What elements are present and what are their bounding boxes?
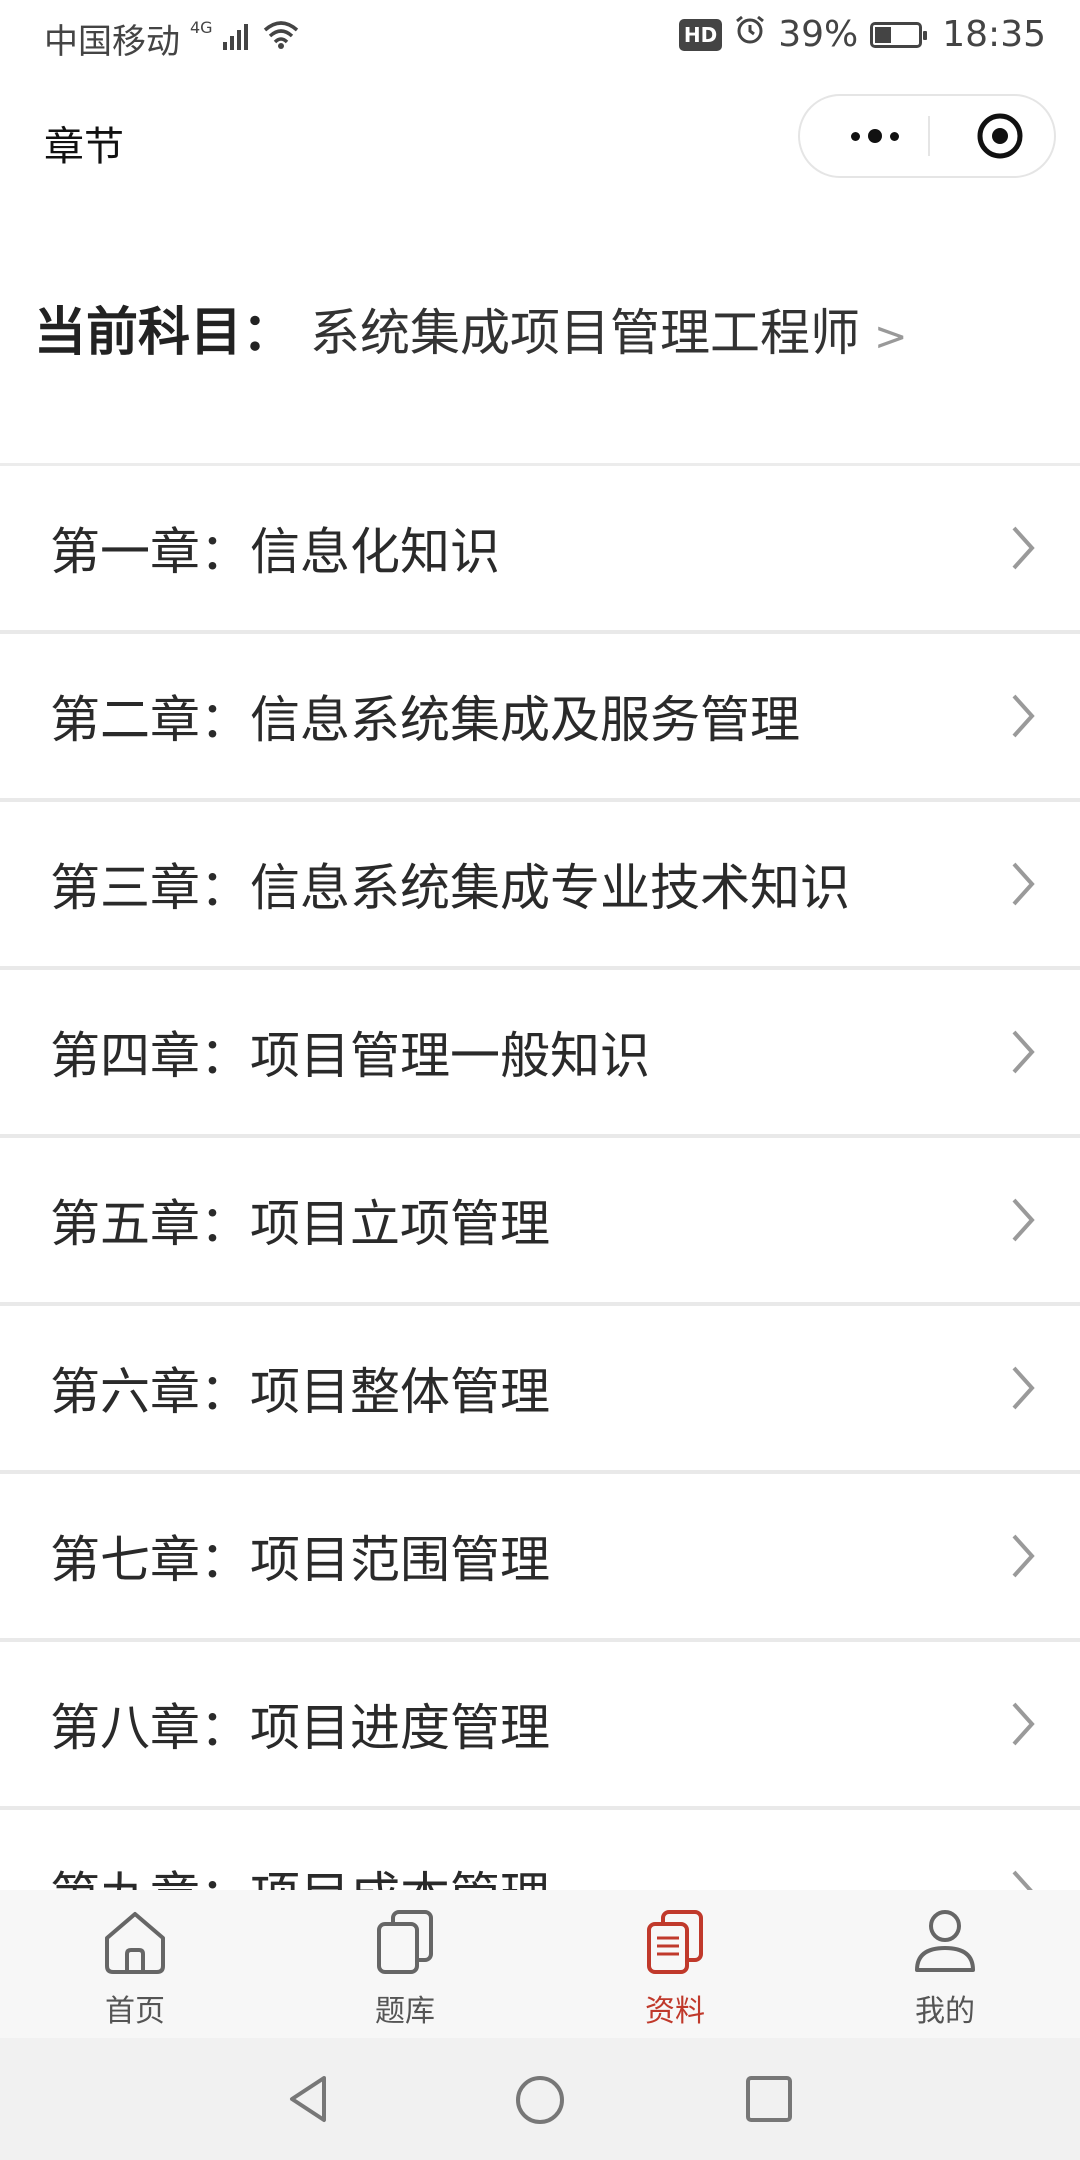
chevron-right-icon <box>1010 692 1036 744</box>
chapter-label: 第八章：项目进度管理 <box>50 1699 550 1757</box>
status-left: 中国移动 4G <box>44 14 299 63</box>
chevron-right-icon <box>1010 1196 1036 1248</box>
chapter-label: 第三章：信息系统集成专业技术知识 <box>50 859 850 917</box>
battery-percent: 39% <box>778 14 859 55</box>
chapter-item[interactable]: 第三章：信息系统集成专业技术知识 <box>0 802 1080 970</box>
current-subject-selector[interactable]: 当前科目： 系统集成项目管理工程师 > <box>34 290 908 365</box>
chapter-item[interactable]: 第五章：项目立项管理 <box>0 1138 1080 1306</box>
system-navigation-bar <box>0 2038 1080 2160</box>
alarm-icon <box>734 14 766 55</box>
chapter-item[interactable]: 第四章：项目管理一般知识 <box>0 970 1080 1138</box>
capsule-divider <box>928 116 930 156</box>
profile-icon <box>915 1910 975 1972</box>
chapter-item[interactable]: 第九章：项目成本管理 <box>0 1810 1080 1893</box>
miniprogram-capsule <box>798 94 1056 178</box>
chevron-right-icon <box>1010 524 1036 576</box>
chapter-label: 第五章：项目立项管理 <box>50 1195 550 1253</box>
back-icon[interactable] <box>284 2074 334 2124</box>
tab-home[interactable]: 首页 <box>0 1890 270 2038</box>
tab-label: 题库 <box>375 1994 435 2029</box>
navigation-bar: 章节 <box>0 76 1080 202</box>
recent-apps-icon[interactable] <box>744 2074 794 2124</box>
chapter-item[interactable]: 第二章：信息系统集成及服务管理 <box>0 634 1080 802</box>
tab-materials[interactable]: 资料 <box>540 1890 810 2038</box>
chevron-right-icon <box>1010 1364 1036 1416</box>
page-title: 章节 <box>44 124 124 170</box>
wifi-icon <box>263 19 299 59</box>
chapter-item[interactable]: 第七章：项目范围管理 <box>0 1474 1080 1642</box>
chevron-right-icon <box>1010 1532 1036 1584</box>
chapter-item[interactable]: 第一章：信息化知识 <box>0 466 1080 634</box>
chapter-list: 第一章：信息化知识 第二章：信息系统集成及服务管理 第三章：信息系统集成专业技术… <box>0 463 1080 1893</box>
chapter-label: 第六章：项目整体管理 <box>50 1363 550 1421</box>
question-bank-icon <box>377 1910 433 1974</box>
home-circle-icon[interactable] <box>514 2074 566 2126</box>
carrier-name: 中国移动 <box>44 22 180 62</box>
bottom-tab-bar: 首页 题库 资料 我的 <box>0 1890 1080 2038</box>
chapter-item[interactable]: 第六章：项目整体管理 <box>0 1306 1080 1474</box>
chevron-right-icon <box>1010 1028 1036 1080</box>
chapter-label: 第二章：信息系统集成及服务管理 <box>50 691 800 749</box>
subject-arrow-icon: > <box>874 314 908 360</box>
clock-time: 18:35 <box>942 14 1046 55</box>
more-menu-button[interactable] <box>830 96 920 176</box>
tab-label: 资料 <box>645 1994 705 2029</box>
chapter-label: 第七章：项目范围管理 <box>50 1531 550 1589</box>
chevron-right-icon <box>1010 860 1036 912</box>
chapter-label: 第九章：项目成本管理 <box>50 1856 550 1893</box>
tab-question-bank[interactable]: 题库 <box>270 1890 540 2038</box>
tab-label: 我的 <box>915 1994 975 2029</box>
signal-icon <box>222 19 253 59</box>
materials-icon <box>647 1910 703 1974</box>
chevron-right-icon <box>1010 1700 1036 1752</box>
status-right: HD 39% 18:35 <box>678 14 1046 55</box>
battery-icon <box>870 21 928 48</box>
tab-label: 首页 <box>105 1994 165 2029</box>
subject-label: 当前科目： <box>34 303 295 363</box>
hd-badge: HD <box>678 18 723 51</box>
status-bar: 中国移动 4G HD 39% 18:35 <box>0 0 1080 76</box>
close-miniprogram-button[interactable] <box>960 96 1040 176</box>
chapter-label: 第四章：项目管理一般知识 <box>50 1027 650 1085</box>
chapter-label: 第一章：信息化知识 <box>50 523 500 581</box>
tab-profile[interactable]: 我的 <box>810 1890 1080 2038</box>
target-icon <box>977 113 1023 159</box>
subject-name: 系统集成项目管理工程师 <box>310 304 861 362</box>
network-type: 4G <box>190 18 213 37</box>
battery-level <box>875 26 892 43</box>
home-icon <box>105 1912 165 1974</box>
chapter-item[interactable]: 第八章：项目进度管理 <box>0 1642 1080 1810</box>
